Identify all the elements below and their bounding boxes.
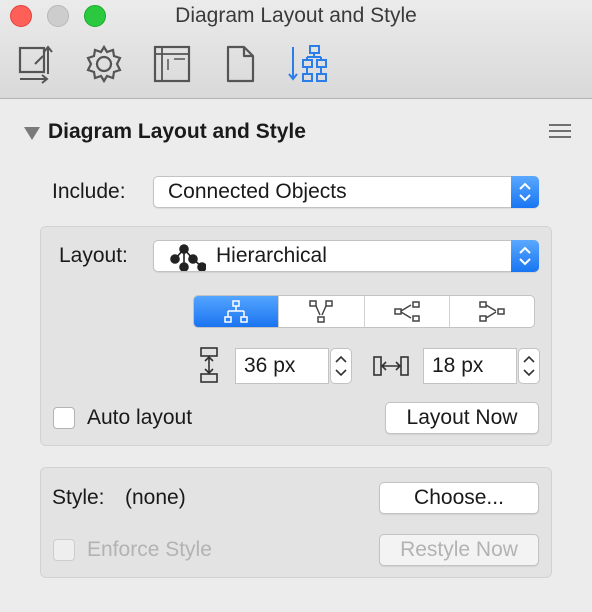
direction-bottom-to-top-segment[interactable] <box>279 296 365 327</box>
right-to-left-icon <box>479 300 505 322</box>
layout-direction-segmented-control[interactable] <box>193 295 535 328</box>
style-label: Style: <box>52 486 105 509</box>
horizontal-spacing-value: 18 px <box>432 354 484 377</box>
restyle-now-button[interactable]: Restyle Now <box>379 534 539 566</box>
disclosure-triangle-icon[interactable] <box>24 126 40 140</box>
left-to-right-icon <box>393 300 420 322</box>
canvas-icon[interactable] <box>152 44 192 84</box>
direction-right-to-left-segment[interactable] <box>450 296 534 327</box>
direction-top-to-bottom-segment[interactable] <box>194 296 280 327</box>
direction-left-to-right-segment[interactable] <box>365 296 450 327</box>
choose-style-button[interactable]: Choose... <box>379 482 539 514</box>
hamburger-menu-icon[interactable] <box>549 124 571 140</box>
style-value: (none) <box>125 486 186 509</box>
layout-type-value: Hierarchical <box>216 244 327 267</box>
document-icon[interactable] <box>220 44 260 84</box>
panel-title: Diagram Layout and Style <box>48 120 306 143</box>
window-titlebar: Diagram Layout and Style <box>0 0 592 99</box>
canvas-size-icon[interactable] <box>17 44 57 84</box>
diagram-layout-icon[interactable] <box>288 44 328 84</box>
include-popup[interactable]: Connected Objects <box>153 176 539 208</box>
gear-icon[interactable] <box>84 44 124 84</box>
horizontal-spacing-stepper[interactable] <box>518 348 540 384</box>
layout-label: Layout: <box>59 244 128 267</box>
window-title: Diagram Layout and Style <box>175 4 417 27</box>
horizontal-spacing-icon <box>373 356 409 376</box>
vertical-spacing-value: 36 px <box>244 354 296 377</box>
enforce-style-label: Enforce Style <box>87 538 212 561</box>
vertical-spacing-icon <box>200 347 218 383</box>
top-to-bottom-icon <box>224 299 248 323</box>
enforce-style-checkbox[interactable] <box>53 539 75 561</box>
layout-type-popup[interactable]: Hierarchical <box>153 240 539 272</box>
horizontal-spacing-field[interactable]: 18 px <box>423 348 517 384</box>
vertical-spacing-field[interactable]: 36 px <box>235 348 329 384</box>
auto-layout-label: Auto layout <box>87 406 193 429</box>
auto-layout-checkbox[interactable] <box>53 407 75 429</box>
vertical-spacing-stepper[interactable] <box>330 348 352 384</box>
popup-arrows-icon <box>511 240 539 272</box>
include-label: Include: <box>52 180 126 203</box>
bottom-to-top-icon <box>309 299 334 323</box>
panel-header[interactable]: Diagram Layout and Style <box>24 118 306 146</box>
layout-now-button[interactable]: Layout Now <box>385 402 539 434</box>
hierarchical-layout-icon <box>170 244 206 271</box>
popup-arrows-icon <box>511 176 539 208</box>
include-value: Connected Objects <box>168 180 347 203</box>
